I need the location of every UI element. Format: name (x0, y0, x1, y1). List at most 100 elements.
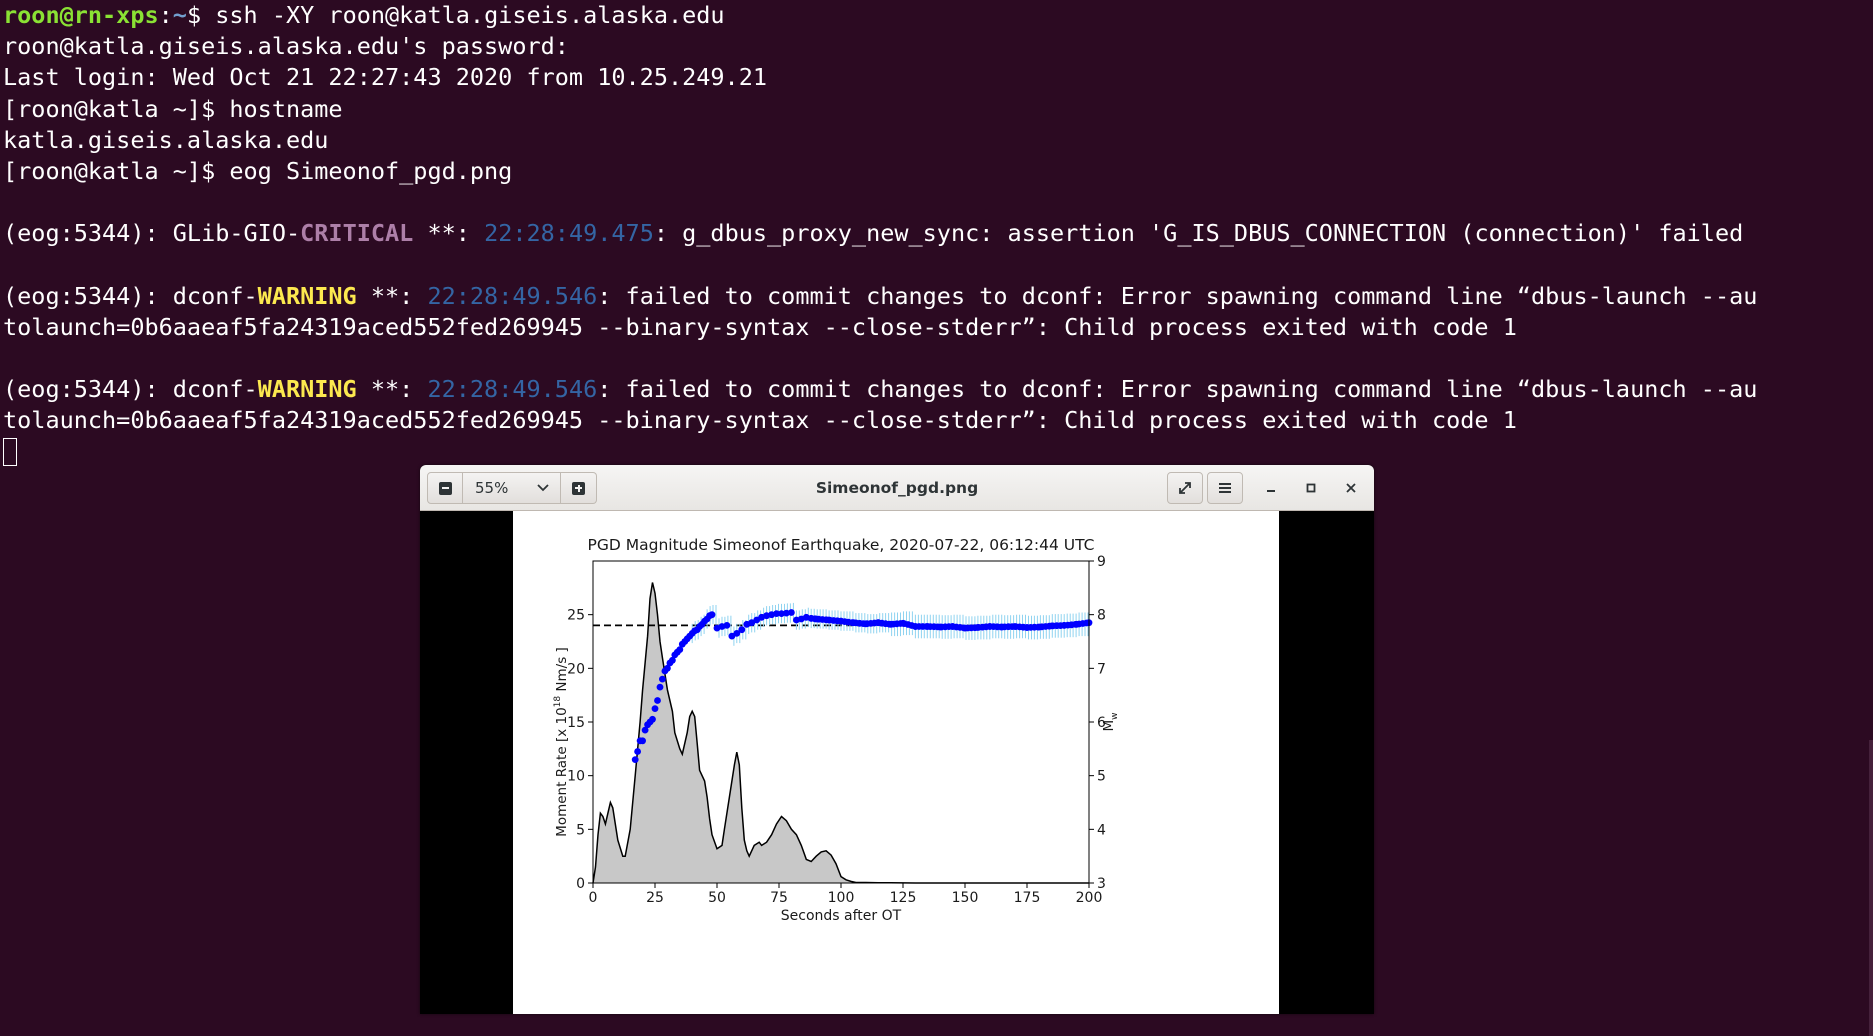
terminal-text: : failed to commit changes to dconf: Err… (597, 281, 1758, 310)
y-right-tick-label: 4 (1097, 822, 1106, 838)
terminal-line: roon@rn-xps:~$ ssh -XY roon@katla.giseis… (3, 0, 1871, 31)
x-tick-label: 125 (890, 890, 917, 906)
x-tick-label: 150 (952, 890, 979, 906)
terminal-line: Last login: Wed Oct 21 22:27:43 2020 fro… (3, 62, 1871, 93)
pgd-point (738, 626, 746, 634)
pgd-point (649, 715, 656, 723)
terminal-scrollbar[interactable] (1869, 740, 1873, 1036)
pgd-point (631, 756, 639, 763)
fullscreen-icon (1179, 482, 1191, 494)
terminal-text: 22:28:49.475 (484, 219, 654, 248)
zoom-out-icon (438, 481, 452, 495)
terminal-text: katla.giseis.alaska.edu (3, 125, 329, 154)
terminal-text: **: (356, 375, 428, 404)
zoom-level-value: 55% (475, 479, 509, 497)
terminal-line: (eog:5344): dconf-WARNING **: 22:28:49.5… (3, 374, 1871, 405)
terminal-line: tolaunch=0b6aaeaf5fa24319aced552fed26994… (3, 312, 1871, 343)
fullscreen-button[interactable] (1167, 472, 1203, 504)
terminal-line: katla.giseis.alaska.edu (3, 125, 1871, 156)
pgd-point (651, 705, 659, 712)
viewer-headerbar: 55% Simeonof_pgd.png (420, 465, 1374, 511)
terminal-text: 22:28:49.546 (427, 375, 598, 404)
close-button[interactable] (1337, 474, 1365, 502)
terminal-text: **: (356, 281, 428, 310)
y-right-tick-label: 3 (1097, 876, 1106, 892)
y-right-label-main: M (1101, 720, 1117, 732)
terminal-line: tolaunch=0b6aaeaf5fa24319aced552fed26994… (3, 405, 1871, 436)
y-right-label-subscript: w (1110, 712, 1120, 719)
pgd-point (659, 675, 666, 683)
terminal-text: 22:28:49.546 (427, 281, 598, 310)
image-viewer-window[interactable]: 55% Simeonof_pgd.png 0 25 50 75 100 125 … (420, 465, 1374, 1014)
terminal-text: : failed to commit changes to dconf: Err… (597, 375, 1758, 404)
pgd-point (708, 611, 716, 619)
pgd-point (788, 609, 795, 616)
minimize-icon (1267, 490, 1275, 492)
terminal-text: (eog:5344): dconf- (3, 375, 258, 404)
terminal-text: Last login: Wed Oct 21 22:27:43 2020 fro… (3, 63, 768, 92)
x-tick-label: 175 (1014, 890, 1041, 906)
terminal-text: (eog:5344): dconf- (3, 281, 258, 310)
y-right-tick-label: 7 (1097, 661, 1106, 677)
close-icon (1346, 483, 1356, 493)
image-canvas[interactable]: 0 25 50 75 100 125 150 175 200 0 5 10 15 20 25 3 4 5 6 7 8 9 P… (420, 511, 1374, 1014)
pgd-point (634, 748, 641, 755)
terminal-line: [roon@katla ~]$ hostname (3, 94, 1871, 125)
y-left-label-main: Moment Rate [x 10 (554, 707, 570, 836)
y-left-axis-label: Moment Rate [x 1018 Nm/s ] (553, 647, 570, 837)
y-right-tick-label: 8 (1097, 608, 1106, 624)
terminal-text: $ ssh -XY roon@katla.giseis.alaska.edu (186, 1, 725, 29)
terminal-text: WARNING (257, 281, 357, 310)
x-tick-label: 25 (646, 890, 664, 906)
pgd-point (656, 683, 664, 691)
x-tick-label: 75 (770, 890, 788, 906)
chart-title: PGD Magnitude Simeonof Earthquake, 2020-… (588, 536, 1095, 554)
minimize-button[interactable] (1257, 474, 1285, 502)
pgd-point (654, 697, 661, 704)
x-tick-label: 50 (708, 890, 726, 906)
terminal-prompt-line (3, 437, 1871, 468)
chevron-down-icon (537, 484, 549, 492)
zoom-out-button[interactable] (427, 472, 463, 504)
y-right-tick-label: 5 (1097, 769, 1106, 785)
y-left-tick-label: 25 (567, 608, 585, 624)
terminal-text: CRITICAL (300, 219, 414, 248)
x-tick-label: 200 (1076, 890, 1103, 906)
terminal-text: WARNING (257, 375, 357, 404)
terminal-text: tolaunch=0b6aaeaf5fa24319aced552fed26994… (3, 312, 1517, 341)
zoom-in-icon (572, 481, 585, 495)
displayed-image: 0 25 50 75 100 125 150 175 200 0 5 10 15 20 25 3 4 5 6 7 8 9 P… (513, 511, 1279, 1014)
menu-button[interactable] (1207, 472, 1243, 504)
pgd-point (639, 737, 646, 745)
x-axis-label: Seconds after OT (781, 908, 902, 924)
terminal-line: roon@katla.giseis.alaska.edu's password: (3, 31, 1871, 62)
terminal-text: [roon@katla ~]$ eog Simeonof_pgd.png (3, 156, 513, 185)
pgd-chart: 0 25 50 75 100 125 150 175 20005101520253456789P… (553, 536, 1120, 924)
y-left-label-exponent: 18 (553, 696, 563, 708)
maximize-button[interactable] (1297, 474, 1325, 502)
y-left-label-unit: Nm/s ] (554, 647, 570, 696)
zoom-in-button[interactable] (561, 472, 597, 504)
terminal-text: : g_dbus_proxy_new_sync: assertion 'G_IS… (653, 219, 1744, 248)
terminal-text: roon@katla.giseis.alaska.edu's password: (3, 32, 569, 61)
x-tick-label: 100 (828, 890, 855, 906)
zoom-level-dropdown[interactable]: 55% (463, 472, 561, 504)
terminal-text: ~ (172, 1, 187, 29)
hamburger-menu-icon (1219, 483, 1231, 493)
y-left-tick-label: 5 (576, 822, 585, 838)
y-left-tick-label: 0 (576, 876, 585, 892)
terminal-text: [roon@katla ~]$ hostname (3, 94, 343, 123)
terminal-text: : (158, 1, 173, 29)
x-tick-label: 0 (589, 890, 598, 906)
terminal-text: **: (413, 219, 485, 248)
terminal-cursor (3, 437, 17, 466)
zoom-controls: 55% (427, 472, 597, 504)
terminal-text: tolaunch=0b6aaeaf5fa24319aced552fed26994… (3, 406, 1517, 435)
terminal-line: (eog:5344): dconf-WARNING **: 22:28:49.5… (3, 281, 1871, 312)
maximize-icon (1306, 483, 1316, 493)
terminal-text: (eog:5344): GLib-GIO- (3, 219, 301, 248)
terminal-line: [roon@katla ~]$ eog Simeonof_pgd.png (3, 156, 1871, 187)
